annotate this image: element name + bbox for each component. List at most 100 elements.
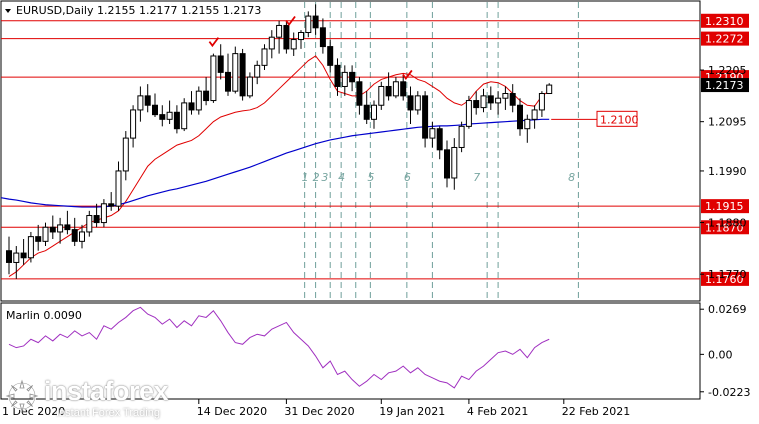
wave-label: 5 (367, 171, 374, 184)
wave-label: 1 (302, 171, 309, 184)
level-label: 1.1915 (705, 200, 744, 213)
candle-body-bull (298, 32, 304, 41)
candle-body-bear (422, 95, 429, 139)
candle-body-bull (86, 215, 93, 233)
candle-body-bull (451, 146, 458, 179)
chart-title: EURUSD,Daily 1.2155 1.2177 1.2155 1.2173 (16, 4, 261, 17)
candle-body-bull (414, 95, 421, 111)
candle-body-bear (6, 250, 12, 263)
candle-body-bull (465, 100, 472, 127)
candle-body-bear (356, 81, 363, 106)
candle-body-bull (371, 104, 377, 120)
candle-body-bull (341, 71, 348, 87)
candle-body-bear (509, 93, 516, 106)
candle-body-bull (130, 109, 137, 139)
candle-body-bull (79, 231, 85, 242)
candle-body-bull (115, 170, 122, 207)
candle-body-bear (363, 104, 370, 120)
candle-body-bull (276, 24, 283, 38)
oscillator-title: Marlin 0.0090 (6, 309, 82, 322)
candle-body-bull (268, 36, 275, 50)
candle-body-bear (283, 24, 290, 50)
price-chart: 1.23101.22721.21901.19151.18701.1760 1.2… (0, 0, 759, 424)
watermark-tagline: Instant Forex Trading (56, 407, 160, 419)
price-tick-label: 1.2205 (708, 64, 747, 77)
date-tick-label: 19 Jan 2021 (379, 405, 445, 418)
instaforex-logo-icon (5, 379, 39, 413)
candle-body-bull (305, 15, 312, 34)
candle-body-bull (429, 128, 436, 139)
candle-body-bull (524, 118, 531, 130)
date-tick-label: 14 Dec 2020 (197, 405, 267, 418)
candle-body-bear (173, 111, 180, 130)
oscillator-tick-label: -0.0223 (708, 386, 750, 399)
candle-body-bear (400, 81, 407, 97)
date-tick-label: 22 Feb 2021 (562, 405, 630, 418)
candle-body-bear (436, 128, 443, 151)
candle-body-bull (531, 109, 538, 120)
candle-body-bull (495, 97, 502, 104)
candle-body-bear (349, 71, 356, 83)
oscillator-tick-label: 0.00 (708, 348, 733, 361)
candle-body-bull (27, 236, 34, 259)
candle-body-bear (239, 53, 246, 97)
candle-body-bear (93, 215, 100, 224)
candle-body-bull (232, 53, 239, 92)
candle-body-bear (188, 102, 195, 111)
candle-body-bear (152, 104, 158, 116)
candle-body-bear (71, 229, 78, 242)
candle-body-bear (319, 27, 326, 48)
price-tick-label: 1.1770 (708, 268, 747, 281)
last-price-label: 1.2173 (705, 79, 744, 92)
candle-body-bear (144, 95, 151, 106)
price-tick-label: 1.2095 (708, 116, 747, 129)
candle-body-bull (42, 226, 49, 242)
candle-body-bear (35, 236, 42, 242)
candle-body-bull (195, 90, 202, 111)
watermark: instaforex Instant Forex Trading (4, 376, 180, 422)
candle-body-bear (444, 149, 450, 179)
candle-body-bull (480, 95, 487, 109)
watermark-brand: instaforex (44, 376, 169, 406)
candle-body-bear (203, 90, 210, 102)
candle-body-bull (546, 84, 553, 95)
oscillator-tick-label: 0.0269 (708, 303, 747, 316)
candle-body-bull (13, 252, 20, 263)
wave-label: 6 (404, 171, 411, 184)
candle-body-bear (217, 55, 224, 73)
candle-body-bear (312, 15, 319, 29)
candle-body-bear (159, 114, 166, 120)
candle-body-bull (122, 137, 129, 172)
candle-body-bull (57, 224, 64, 233)
wave-label: 3 (321, 171, 328, 184)
candle-body-bull (254, 64, 261, 78)
wave-label: 2 (313, 171, 320, 184)
date-tick-label: 31 Dec 2020 (284, 405, 354, 418)
candle-body-bear (49, 226, 56, 233)
candle-body-bear (20, 252, 27, 259)
candle-body-bear (334, 64, 341, 87)
candle-body-bull (538, 93, 545, 111)
candle-body-bear (473, 100, 480, 109)
level-label: 1.2310 (705, 15, 744, 28)
price-tick-label: 1.1880 (708, 217, 747, 230)
candle-body-bull (502, 93, 509, 99)
candle-body-bull (137, 95, 144, 111)
chart-background (0, 0, 759, 424)
candle-body-bear (64, 224, 71, 231)
candle-body-bull (166, 111, 173, 120)
candle-body-bull (100, 203, 107, 224)
candle-body-bull (181, 102, 188, 130)
candle-body-bear (327, 46, 334, 66)
level-label: 1.2272 (705, 33, 744, 46)
candle-body-bull (210, 55, 217, 102)
candle-body-bear (487, 95, 494, 104)
candle-body-bull (378, 85, 385, 106)
candle-body-bull (392, 81, 399, 97)
wave-label: 7 (473, 171, 480, 184)
candle-body-bear (385, 85, 392, 97)
wave-label: 8 (568, 171, 575, 184)
ma-value-label: 1.2100 (600, 113, 639, 126)
price-tick-label: 1.1990 (708, 165, 747, 178)
candle-body-bear (407, 95, 414, 111)
